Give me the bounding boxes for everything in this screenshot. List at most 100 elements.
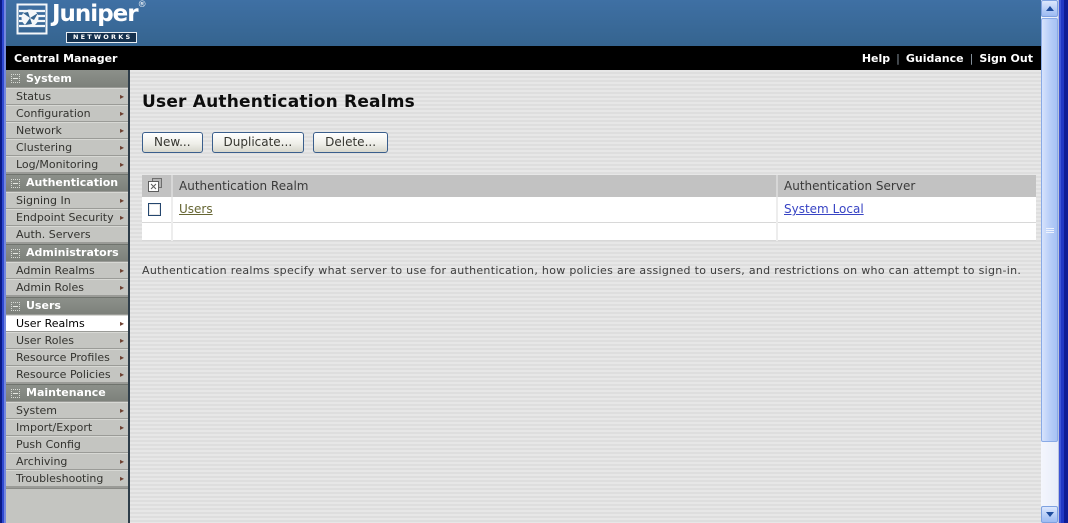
row-checkbox[interactable]: [148, 203, 161, 216]
chevron-right-icon: ▸: [120, 407, 124, 415]
sidebar-item-network[interactable]: Network▸: [6, 122, 128, 138]
sidebar-item-resource-policies[interactable]: Resource Policies▸: [6, 366, 128, 382]
row-checkbox-cell: [142, 197, 172, 222]
menubar-link-help[interactable]: Help: [862, 52, 890, 65]
sidebar-item-log-monitoring[interactable]: Log/Monitoring▸: [6, 156, 128, 172]
chevron-right-icon: ▸: [120, 267, 124, 275]
collapse-icon[interactable]: [11, 74, 20, 83]
table-row: Users System Local: [142, 197, 1036, 222]
sidebar-separator: [128, 70, 130, 523]
sidebar-item-auth-servers[interactable]: Auth. Servers: [6, 226, 128, 242]
sidebar-item-resource-profiles[interactable]: Resource Profiles▸: [6, 349, 128, 365]
sidebar-item-label: Import/Export: [16, 420, 120, 435]
sidebar-item-label: Status: [16, 89, 120, 104]
menubar-separator: |: [896, 52, 900, 65]
sidebar-item-system[interactable]: System▸: [6, 402, 128, 418]
page-title: User Authentication Realms: [142, 92, 1041, 112]
app-title: Central Manager: [14, 52, 117, 65]
sidebar-item-label: Signing In: [16, 193, 120, 208]
toolbar-buttons: New... Duplicate... Delete...: [142, 132, 1041, 153]
select-all-header-cell: [142, 175, 172, 197]
sidebar-item-label: Troubleshooting: [16, 471, 120, 486]
chevron-right-icon: ▸: [120, 127, 124, 135]
main-content: User Authentication Realms New... Duplica…: [130, 70, 1041, 523]
column-header-authentication-server: Authentication Server: [777, 175, 1036, 197]
new-button[interactable]: New...: [142, 132, 203, 153]
central-manager-window: Juniper® NETWORKS Central Manager Help | G…: [0, 0, 1068, 523]
juniper-logo: Juniper® NETWORKS: [16, 3, 147, 43]
sidebar-item-label: Network: [16, 123, 120, 138]
sidebar-section-authentication[interactable]: Authentication: [6, 174, 128, 191]
sidebar-section-system[interactable]: System: [6, 70, 128, 87]
juniper-logo-text: Juniper® NETWORKS: [52, 3, 147, 43]
sidebar-filler: [6, 488, 128, 523]
juniper-logo-icon: [16, 3, 48, 35]
sidebar-item-admin-realms[interactable]: Admin Realms▸: [6, 262, 128, 278]
sidebar-section-label: Users: [26, 298, 61, 314]
sidebar-item-label: System: [16, 403, 120, 418]
scroll-up-button[interactable]: [1041, 0, 1058, 17]
sidebar-item-user-realms[interactable]: User Realms▸: [6, 315, 128, 331]
sidebar-section-maintenance[interactable]: Maintenance: [6, 384, 128, 401]
chevron-right-icon: ▸: [120, 320, 124, 328]
registered-mark: ®: [138, 0, 147, 10]
chevron-right-icon: ▸: [120, 424, 124, 432]
sidebar-item-import-export[interactable]: Import/Export▸: [6, 419, 128, 435]
collapse-icon[interactable]: [11, 389, 20, 398]
sidebar-item-label: Configuration: [16, 106, 120, 121]
chevron-right-icon: ▸: [120, 475, 124, 483]
empty-server-cell: [777, 222, 1036, 240]
sidebar-item-label: Endpoint Security: [16, 210, 120, 225]
chevron-down-icon: [1046, 512, 1054, 517]
sidebar-item-archiving[interactable]: Archiving▸: [6, 453, 128, 469]
server-link-system-local[interactable]: System Local: [784, 202, 864, 216]
menubar-separator: |: [970, 52, 974, 65]
sidebar-item-configuration[interactable]: Configuration▸: [6, 105, 128, 121]
delete-button[interactable]: Delete...: [313, 132, 388, 153]
scrollbar-track[interactable]: [1041, 17, 1058, 506]
chevron-right-icon: ▸: [120, 337, 124, 345]
sidebar-section-administrators[interactable]: Administrators: [6, 244, 128, 261]
sidebar-item-label: Admin Roles: [16, 280, 120, 295]
chevron-up-icon: [1046, 6, 1054, 11]
duplicate-button[interactable]: Duplicate...: [212, 132, 305, 153]
sidebar-item-push-config[interactable]: Push Config: [6, 436, 128, 452]
brand-name: Juniper: [52, 1, 138, 27]
chevron-right-icon: ▸: [120, 93, 124, 101]
realm-link-users[interactable]: Users: [179, 202, 213, 216]
select-all-icon[interactable]: [148, 178, 162, 192]
server-cell: System Local: [777, 197, 1036, 222]
realm-cell: Users: [172, 197, 777, 222]
scrollbar-grip-icon: [1046, 227, 1054, 234]
scrollbar-thumb[interactable]: [1041, 18, 1058, 442]
sidebar-item-label: Admin Realms: [16, 263, 120, 278]
menubar-link-guidance[interactable]: Guidance: [906, 52, 964, 65]
sidebar-section-users[interactable]: Users: [6, 297, 128, 314]
sidebar-item-label: Auth. Servers: [16, 227, 124, 242]
sidebar-section-label: Authentication: [26, 175, 118, 191]
sidebar-item-label: Push Config: [16, 437, 124, 452]
page-description: Authentication realms specify what serve…: [142, 264, 1022, 277]
sidebar-item-user-roles[interactable]: User Roles▸: [6, 332, 128, 348]
chevron-right-icon: ▸: [120, 354, 124, 362]
sidebar-item-status[interactable]: Status▸: [6, 88, 128, 104]
sidebar-item-admin-roles[interactable]: Admin Roles▸: [6, 279, 128, 295]
sidebar-item-troubleshooting[interactable]: Troubleshooting▸: [6, 470, 128, 486]
collapse-icon[interactable]: [11, 302, 20, 311]
menubar-link-sign-out[interactable]: Sign Out: [979, 52, 1033, 65]
collapse-icon[interactable]: [11, 179, 20, 188]
empty-realm-cell: [172, 222, 777, 240]
sidebar-item-clustering[interactable]: Clustering▸: [6, 139, 128, 155]
sidebar-item-label: Archiving: [16, 454, 120, 469]
sidebar-nav: SystemStatus▸Configuration▸Network▸Clust…: [6, 70, 128, 523]
chevron-right-icon: ▸: [120, 371, 124, 379]
sidebar-sections: SystemStatus▸Configuration▸Network▸Clust…: [6, 70, 128, 486]
scroll-down-button[interactable]: [1041, 506, 1058, 523]
collapse-icon[interactable]: [11, 249, 20, 258]
sidebar-section-label: Administrators: [26, 245, 119, 261]
sidebar-item-signing-in[interactable]: Signing In▸: [6, 192, 128, 208]
chevron-right-icon: ▸: [120, 284, 124, 292]
sidebar-item-endpoint-security[interactable]: Endpoint Security▸: [6, 209, 128, 225]
vertical-scrollbar[interactable]: [1041, 0, 1058, 523]
chevron-right-icon: ▸: [120, 161, 124, 169]
